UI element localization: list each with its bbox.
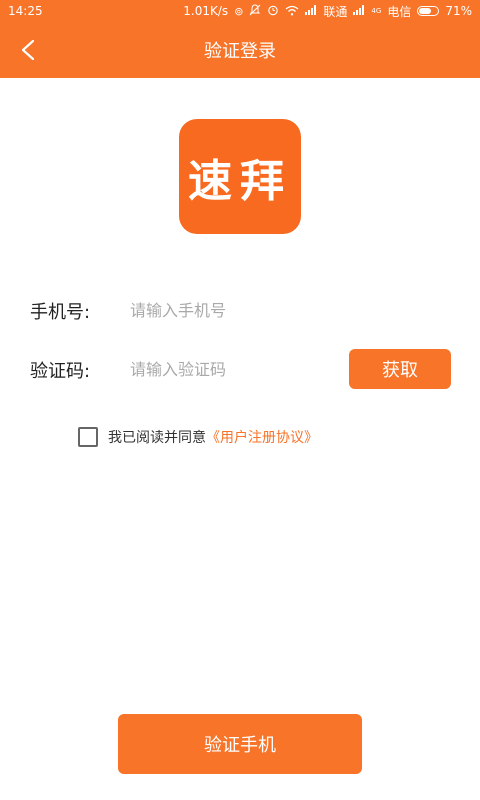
agreement-link[interactable]: 《用户注册协议》 <box>206 427 318 447</box>
chevron-left-icon <box>21 39 35 61</box>
agreement-checkbox[interactable] <box>78 427 98 447</box>
agreement-row: 我已阅读并同意 《用户注册协议》 <box>78 425 318 449</box>
phone-label: 手机号: <box>30 302 91 323</box>
battery-percent: 71% <box>445 4 472 18</box>
page-title: 验证登录 <box>204 41 276 62</box>
network-speed: 1.01K/s <box>183 4 229 18</box>
login-screen: 14:25 1.01K/s ⊚ 联通 4G 电信 71% 验证登录 速拜 手机号… <box>0 0 480 800</box>
battery-level <box>419 8 432 14</box>
logo-text: 速拜 <box>188 155 292 207</box>
app-bar: 验证登录 <box>0 22 480 78</box>
mute-icon <box>249 4 261 18</box>
wifi-icon <box>285 5 299 18</box>
alarm-icon <box>267 4 279 18</box>
signal-icon-2 <box>353 5 365 17</box>
code-label: 验证码: <box>30 361 91 382</box>
battery-icon <box>417 6 440 16</box>
phone-input[interactable] <box>130 295 330 325</box>
status-indicators: 1.01K/s ⊚ 联通 4G 电信 71% <box>183 3 472 20</box>
verify-phone-button[interactable]: 验证手机 <box>118 714 362 774</box>
signal-icon <box>305 5 317 17</box>
status-bar: 14:25 1.01K/s ⊚ 联通 4G 电信 71% <box>0 0 480 22</box>
sync-icon: ⊚ <box>234 4 244 18</box>
carrier-2: 电信 <box>387 4 412 19</box>
get-code-button[interactable]: 获取 <box>349 349 451 389</box>
back-button[interactable] <box>10 32 46 68</box>
agreement-text: 我已阅读并同意 <box>108 430 206 446</box>
network-badge: 4G <box>371 7 382 15</box>
app-logo: 速拜 <box>179 119 301 234</box>
code-input[interactable] <box>130 354 330 384</box>
status-time: 14:25 <box>8 4 43 18</box>
carrier-1: 联通 <box>323 4 348 19</box>
